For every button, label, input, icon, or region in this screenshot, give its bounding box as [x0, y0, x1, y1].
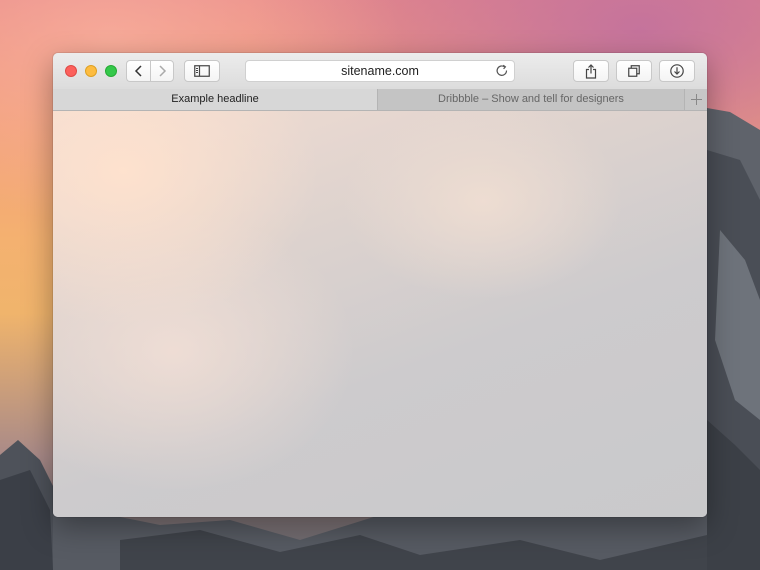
back-button[interactable]	[126, 60, 150, 82]
zoom-window-button[interactable]	[105, 65, 117, 77]
share-icon	[585, 63, 597, 79]
download-icon	[670, 64, 684, 78]
toolbar: sitename.com	[53, 53, 707, 90]
tabs-overview-button[interactable]	[616, 60, 652, 82]
tab-bar: Example headline Dribbble – Show and tel…	[53, 89, 707, 111]
downloads-button[interactable]	[659, 60, 695, 82]
tabs-overview-icon	[628, 65, 640, 77]
chevron-right-icon	[159, 65, 167, 77]
close-window-button[interactable]	[65, 65, 77, 77]
url-text: sitename.com	[341, 64, 419, 78]
chevron-left-icon	[134, 65, 142, 77]
forward-button[interactable]	[150, 60, 174, 82]
sidebar-button[interactable]	[184, 60, 220, 82]
plus-icon	[690, 94, 702, 105]
page-content-area	[53, 111, 707, 517]
minimize-window-button[interactable]	[85, 65, 97, 77]
share-button[interactable]	[573, 60, 609, 82]
tab-dribbble[interactable]: Dribbble – Show and tell for designers	[378, 89, 684, 110]
tab-example-headline[interactable]: Example headline	[53, 89, 378, 110]
browser-window: sitename.com Example headline Dribbble –…	[53, 53, 707, 517]
sidebar-icon	[194, 65, 210, 77]
reload-icon[interactable]	[495, 64, 509, 78]
address-bar[interactable]: sitename.com	[245, 60, 515, 82]
navigation-buttons	[126, 60, 174, 82]
new-tab-button[interactable]	[684, 89, 707, 110]
